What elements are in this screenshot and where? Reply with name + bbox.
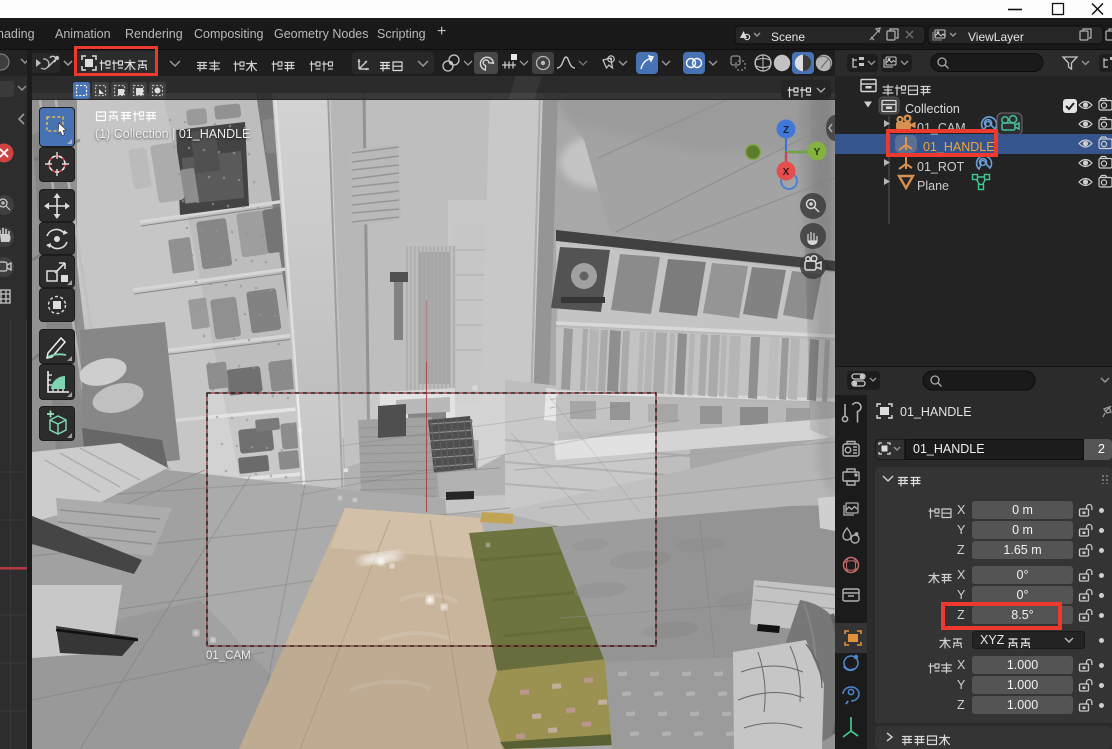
svg-text:Y: Y [814,147,821,158]
svg-text:X: X [783,167,790,178]
svg-text:Z: Z [783,125,789,136]
